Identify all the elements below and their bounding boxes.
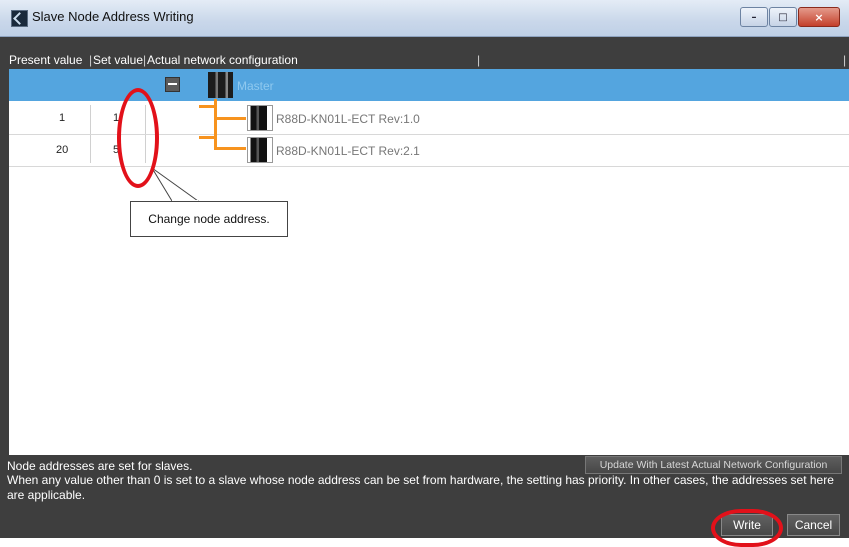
highlight-oval [117,88,159,188]
annotation-callout: Change node address. [130,201,288,237]
update-with-latest-button[interactable]: Update With Latest Actual Network Config… [585,456,842,474]
highlight-oval [711,509,783,547]
status-text: Node addresses are set for slaves. [7,459,193,473]
dialog-window: Slave Node Address Writing – □ × Present… [0,0,849,547]
cancel-button[interactable]: Cancel [787,514,840,536]
description-text: When any value other than 0 is set to a … [7,473,834,502]
